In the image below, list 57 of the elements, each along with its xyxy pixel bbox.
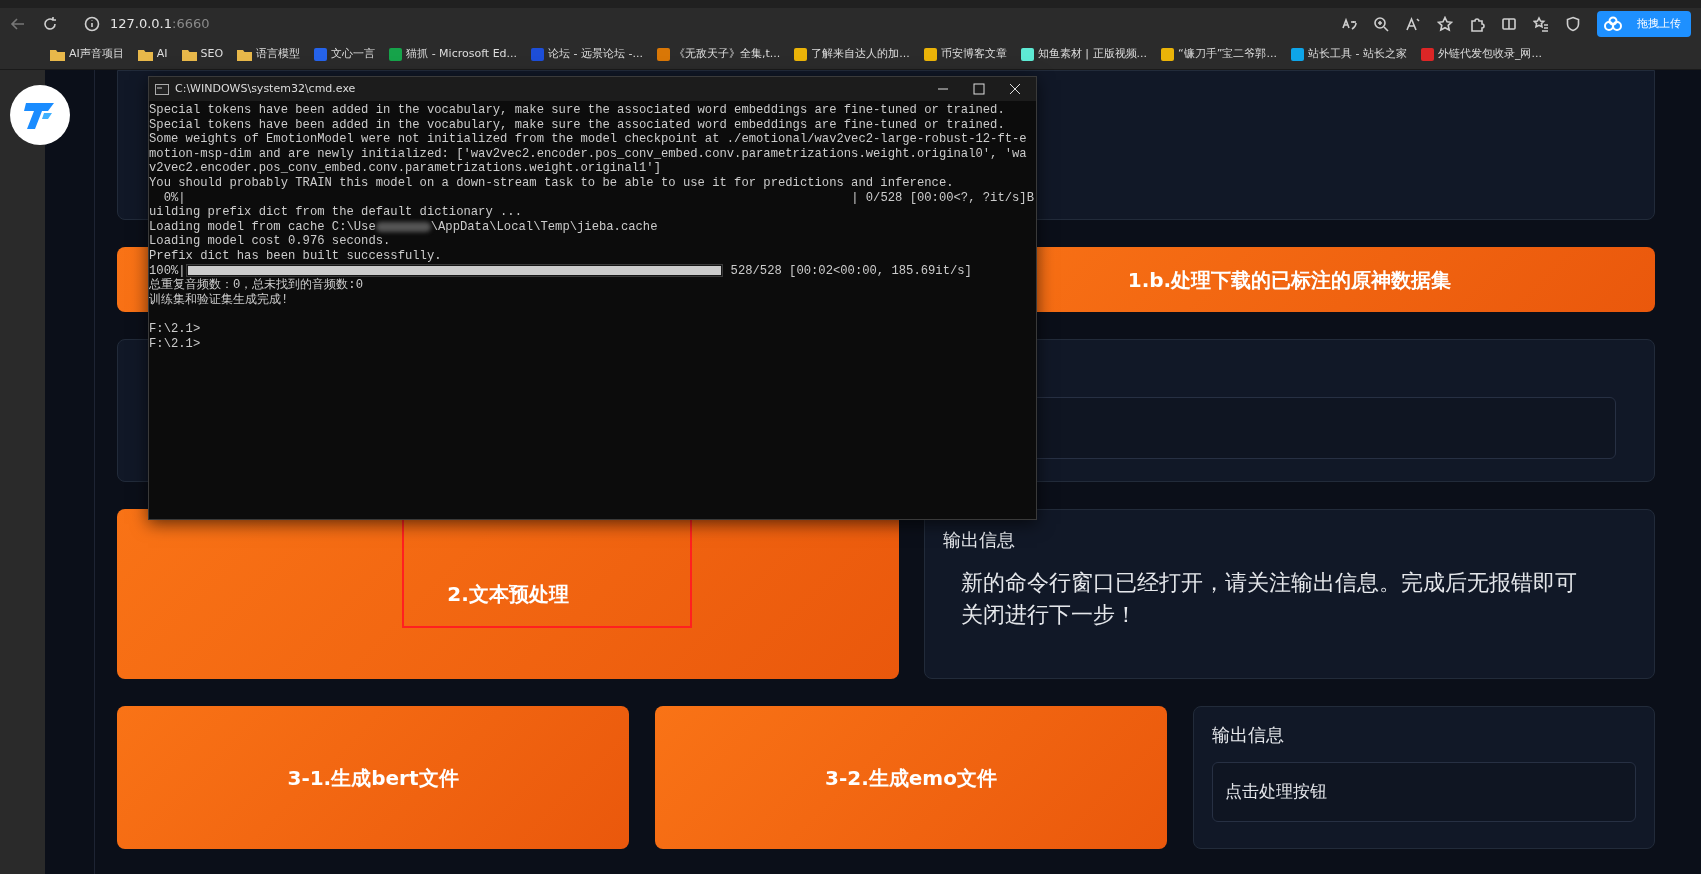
redaction-blur: [375, 222, 431, 233]
output-field[interactable]: 点击处理按钮: [1212, 762, 1636, 822]
console-line: You should probably TRAIN this model on a down-stream task to be able to use it for predictions and inference.: [149, 175, 954, 191]
console-line: Loading model from cache C:\Use: [149, 219, 376, 235]
console-line: Some weights of EmotionModel were not initialized from the model checkpoint at ./emotional/wav2vec2-large-robust-12-ft-e: [149, 132, 1027, 147]
progress-percent: 100%|: [149, 263, 186, 278]
reload-icon[interactable]: [42, 16, 58, 32]
bookmark-label[interactable]: 语言模型: [256, 46, 301, 63]
bookmark-item[interactable]: AI: [137, 46, 168, 63]
console-line: Prefix dict has been built successfully.: [149, 248, 442, 264]
bookmark-item[interactable]: 论坛 - 远景论坛 -...: [531, 46, 644, 63]
zoom-in-icon[interactable]: [1373, 16, 1389, 32]
console-line: v2vec2.encoder.pos_conv_embed.conv.parametrizations.weight.original1']: [149, 161, 661, 176]
window-title: C:\WINDOWS\system32\cmd.exe: [175, 80, 357, 97]
shield-icon[interactable]: [1565, 16, 1581, 32]
bookmark-item[interactable]: AI声音项目: [50, 46, 124, 63]
favorites-icon[interactable]: [1533, 16, 1549, 32]
folder-icon: [181, 48, 197, 61]
bookmark-item[interactable]: SEO: [181, 46, 224, 63]
folder-icon: [137, 48, 153, 61]
bookmark-label[interactable]: 币安博客文章: [940, 46, 1007, 63]
bookmark-label[interactable]: 论坛 - 远景论坛 -...: [548, 46, 644, 63]
folder-icon: [237, 48, 253, 61]
console-line: Loading model cost 0.976 seconds.: [149, 234, 391, 249]
floating-logo[interactable]: [10, 85, 70, 145]
console-line: F:\2.1>: [149, 336, 201, 352]
address-text[interactable]: 127.0.0.1:6660: [110, 14, 210, 34]
split-screen-icon[interactable]: [1501, 16, 1517, 32]
bookmark-item[interactable]: 币安博客文章: [923, 46, 1007, 63]
terminal-icon: [155, 83, 169, 95]
output-message: 新的命令行窗口已经打开，请关注输出信息。完成后无报错即可关闭进行下一步！: [961, 569, 1578, 630]
bookmark-label[interactable]: SEO: [200, 46, 224, 63]
cloud-icon: [1603, 16, 1623, 32]
read-aloud-icon[interactable]: [1341, 16, 1357, 32]
bookmark-label[interactable]: AI: [156, 46, 168, 63]
panel-title: 输出信息: [943, 528, 1016, 552]
puzzle-icon[interactable]: [1469, 16, 1485, 32]
bookmark-item[interactable]: 文心一言: [314, 46, 376, 63]
folder-icon: [50, 48, 65, 61]
console-line: motion-msp-dim and are newly initialized: ['wav2vec2.encoder.pos_conv_embed.conv.parametrizations.weight.original0', 'wa: [149, 146, 1027, 162]
bookmark-item[interactable]: 语言模型: [237, 46, 301, 63]
progress-reading: | 0/528 [00:00<?, ?it/s]B: [851, 190, 1034, 206]
panel-title: 输出信息: [1212, 723, 1285, 747]
bookmark-label[interactable]: 文心一言: [331, 46, 376, 63]
console-line: uilding prefix dict from the default dictionary ...: [149, 205, 522, 220]
bookmark-label[interactable]: AI声音项目: [69, 46, 124, 63]
console-line: 训练集和验证集生成完成!: [149, 292, 289, 308]
console-line: \AppData\Local\Temp\jieba.cache: [430, 219, 658, 235]
star-icon[interactable]: [1437, 16, 1453, 32]
console-line: F:\2.1>: [149, 321, 201, 337]
console-line: 总重复音频数：0，总未找到的音频数:0: [149, 278, 363, 293]
back-arrow-icon[interactable]: [10, 16, 26, 32]
font-icon[interactable]: [1405, 16, 1421, 32]
console-line: Special tokens have been added in the vocabulary, make sure the associated word embeddings are fine-tuned or trained.: [149, 103, 1005, 118]
console-line: Special tokens have been added in the vocabulary, make sure the associated word embeddings are fine-tuned or trained.: [149, 117, 1005, 133]
info-icon[interactable]: [84, 16, 100, 32]
progress-percent: 0%|: [162, 190, 186, 206]
